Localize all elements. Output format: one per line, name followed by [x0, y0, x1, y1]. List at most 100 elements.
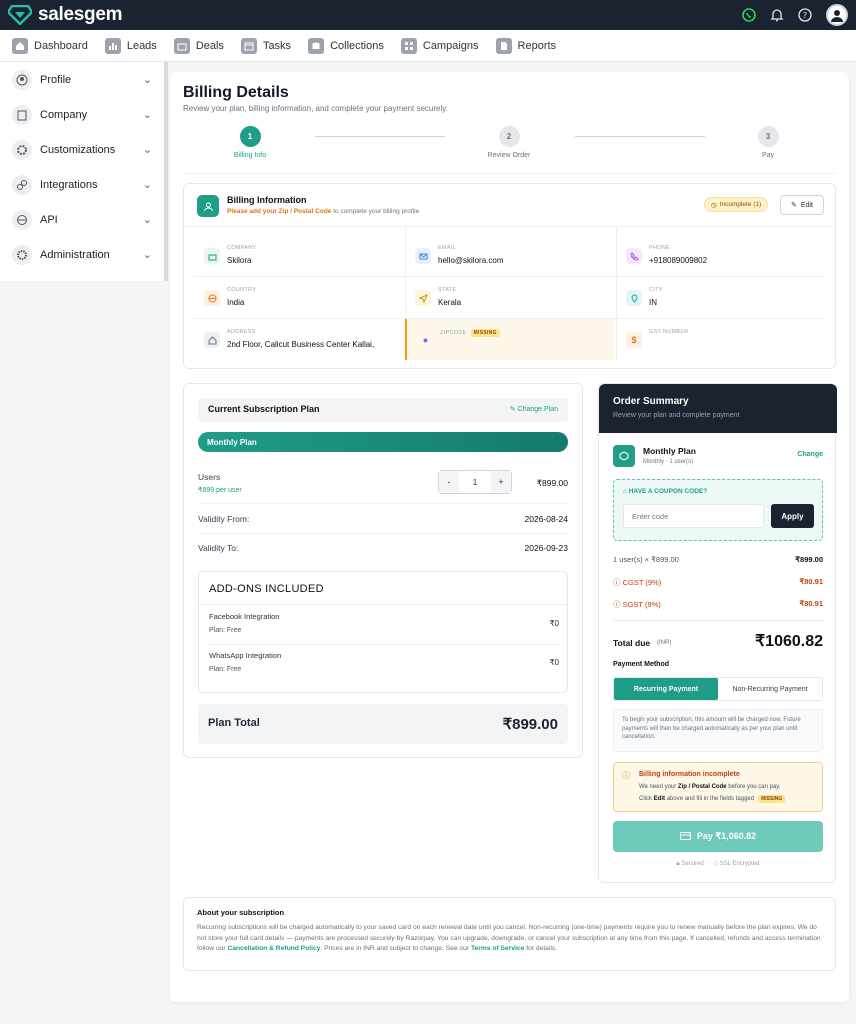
api-icon [12, 209, 32, 230]
nav-dashboard[interactable]: Dashboard [12, 37, 88, 54]
billing-info-subtitle: Please add your Zip / Postal Code to com… [227, 208, 419, 215]
non-recurring-payment-tab[interactable]: Non-Recurring Payment [718, 678, 822, 700]
whatsapp-icon[interactable] [742, 8, 756, 22]
addon-name: WhatsApp Integration [209, 651, 282, 660]
change-plan-label: Change Plan [517, 406, 558, 413]
change-plan-link[interactable]: ✎ Change Plan [510, 405, 558, 413]
step-pay[interactable]: 3 Pay [718, 126, 818, 159]
step-review-order[interactable]: 2 Review Order [459, 126, 559, 159]
coupon-box: ⌂ HAVE A COUPON CODE? Apply [613, 479, 823, 541]
field-label: COMPANY [227, 245, 257, 251]
quantity-value[interactable]: 1 [459, 471, 491, 493]
app-name: salesgem [38, 4, 123, 25]
bell-icon[interactable] [770, 8, 784, 22]
change-link[interactable]: Change [797, 451, 823, 458]
decrement-button[interactable]: - [439, 471, 459, 493]
field-email: EMAIL hello@skilora.com [405, 235, 615, 276]
sgst-label: SGST (9%) [622, 600, 661, 609]
sidebar-label: Administration [40, 248, 110, 261]
summary-line: 1 user(s) × ₹899.00 ₹899.00 [613, 555, 823, 564]
addon-price: ₹0 [549, 619, 559, 628]
sidebar-item-customizations[interactable]: Customizations ⌄ [0, 132, 164, 167]
sidebar-item-company[interactable]: Company ⌄ [0, 97, 164, 132]
settings-sidebar: Profile ⌄ Company ⌄ Customizations ⌄ Integr… [0, 62, 168, 281]
sidebar-item-profile[interactable]: Profile ⌄ [0, 62, 164, 97]
field-label: ZIPCODE [440, 330, 467, 336]
terms-link[interactable]: Terms of Service [471, 945, 524, 952]
sidebar-item-api[interactable]: API ⌄ [0, 202, 164, 237]
field-country: COUNTRY India [194, 277, 404, 318]
sub-suffix: to complete your billing profile [333, 208, 420, 215]
nav-deals[interactable]: Deals [173, 37, 224, 54]
warn-text: Click [639, 796, 652, 802]
admin-icon [12, 244, 32, 265]
field-zipcode[interactable]: ZIPCODE MISSING [405, 319, 615, 360]
billing-warning: ⓘ Billing information incomplete We need… [613, 762, 823, 812]
nav-reports[interactable]: Reports [495, 37, 556, 54]
order-plan-meta: Monthly · 1 user(s) [643, 459, 694, 465]
warn-text: above and fill in the fields tagged [666, 796, 755, 802]
warning-line-2: Click Edit above and fill in the fields … [639, 795, 786, 803]
increment-button[interactable]: + [491, 471, 511, 493]
cgst-line: ⓘ CGST (9%) ₹80.91 [613, 577, 823, 588]
app-logo[interactable]: salesgem [8, 4, 123, 26]
database-icon [308, 37, 325, 54]
nav-leads[interactable]: Leads [104, 37, 157, 54]
order-summary-subtitle: Review your plan and complete payment [613, 412, 740, 419]
field-label: COUNTRY [227, 287, 257, 293]
sidebar-label: Profile [40, 73, 72, 86]
step-billing-info[interactable]: 1 Billing Info [200, 126, 300, 159]
clock-icon: ◷ [711, 201, 717, 209]
status-badge: ◷ Incomplete (1) [704, 197, 769, 212]
users-label: Users [198, 472, 221, 482]
nav-label: Tasks [262, 39, 292, 52]
apply-button[interactable]: Apply [771, 504, 814, 528]
recurring-payment-tab[interactable]: Recurring Payment [614, 678, 718, 700]
sidebar-item-integrations[interactable]: Integrations ⌄ [0, 167, 164, 202]
field-city: CITY IN [616, 277, 826, 318]
field-label: PHONE [649, 245, 671, 251]
field-value: hello@skilora.com [438, 256, 504, 265]
addons-title: ADD-ONS INCLUDED [209, 583, 324, 595]
edit-label: Edit [800, 201, 813, 209]
briefcase-icon [173, 37, 190, 54]
plan-header-title: Current Subscription Plan [208, 404, 320, 414]
coupon-title: HAVE A COUPON CODE? [628, 488, 708, 495]
nav-campaigns[interactable]: Campaigns [400, 37, 479, 54]
about-text-part: for details. [526, 945, 558, 953]
settings-icon [12, 139, 32, 160]
sidebar-item-administration[interactable]: Administration ⌄ [0, 237, 164, 272]
chevron-down-icon: ⌄ [142, 214, 152, 226]
hash-icon [417, 332, 433, 348]
ssl-text: SSL Encrypted [719, 861, 760, 867]
field-phone: PHONE +918089009802 [616, 235, 826, 276]
sub-prefix: Please add your [227, 208, 277, 215]
step-number: 2 [498, 126, 520, 147]
security-badges: 🔒︎ Secured ◇ SSL Encrypted [613, 860, 823, 868]
about-title: About your subscription [197, 908, 285, 917]
addon-item: Facebook Integration Plan: Free ₹0 [209, 612, 559, 648]
status-text: Incomplete (1) [719, 201, 762, 208]
field-value: India [227, 298, 245, 307]
help-icon[interactable]: ? [798, 8, 812, 22]
user-avatar[interactable] [826, 4, 848, 26]
pay-button[interactable]: Pay ₹1,060.82 [613, 821, 823, 852]
location-pin-icon [626, 290, 642, 306]
coupon-input[interactable] [623, 504, 764, 528]
link-icon [12, 174, 32, 195]
plan-total-value: ₹899.00 [502, 716, 558, 733]
validity-to-value: 2026-09-23 [524, 543, 568, 553]
step-label: Review Order [487, 152, 531, 159]
validity-from-row: Validity From: 2026-08-24 [198, 504, 568, 534]
main-nav: Dashboard Leads Deals Tasks Collections … [0, 30, 856, 62]
refund-policy-link[interactable]: Cancellation & Refund Policy [227, 945, 320, 952]
divider [613, 620, 823, 621]
chevron-down-icon: ⌄ [142, 249, 152, 261]
nav-tasks[interactable]: Tasks [240, 37, 292, 54]
nav-collections[interactable]: Collections [308, 37, 384, 54]
edit-button[interactable]: ✎ Edit [780, 195, 824, 215]
cgst-label: CGST (9%) [622, 578, 662, 587]
step-number: 1 [239, 126, 261, 147]
warn-text: before you can pay. [728, 784, 781, 790]
warning-icon: ⓘ [622, 771, 630, 780]
